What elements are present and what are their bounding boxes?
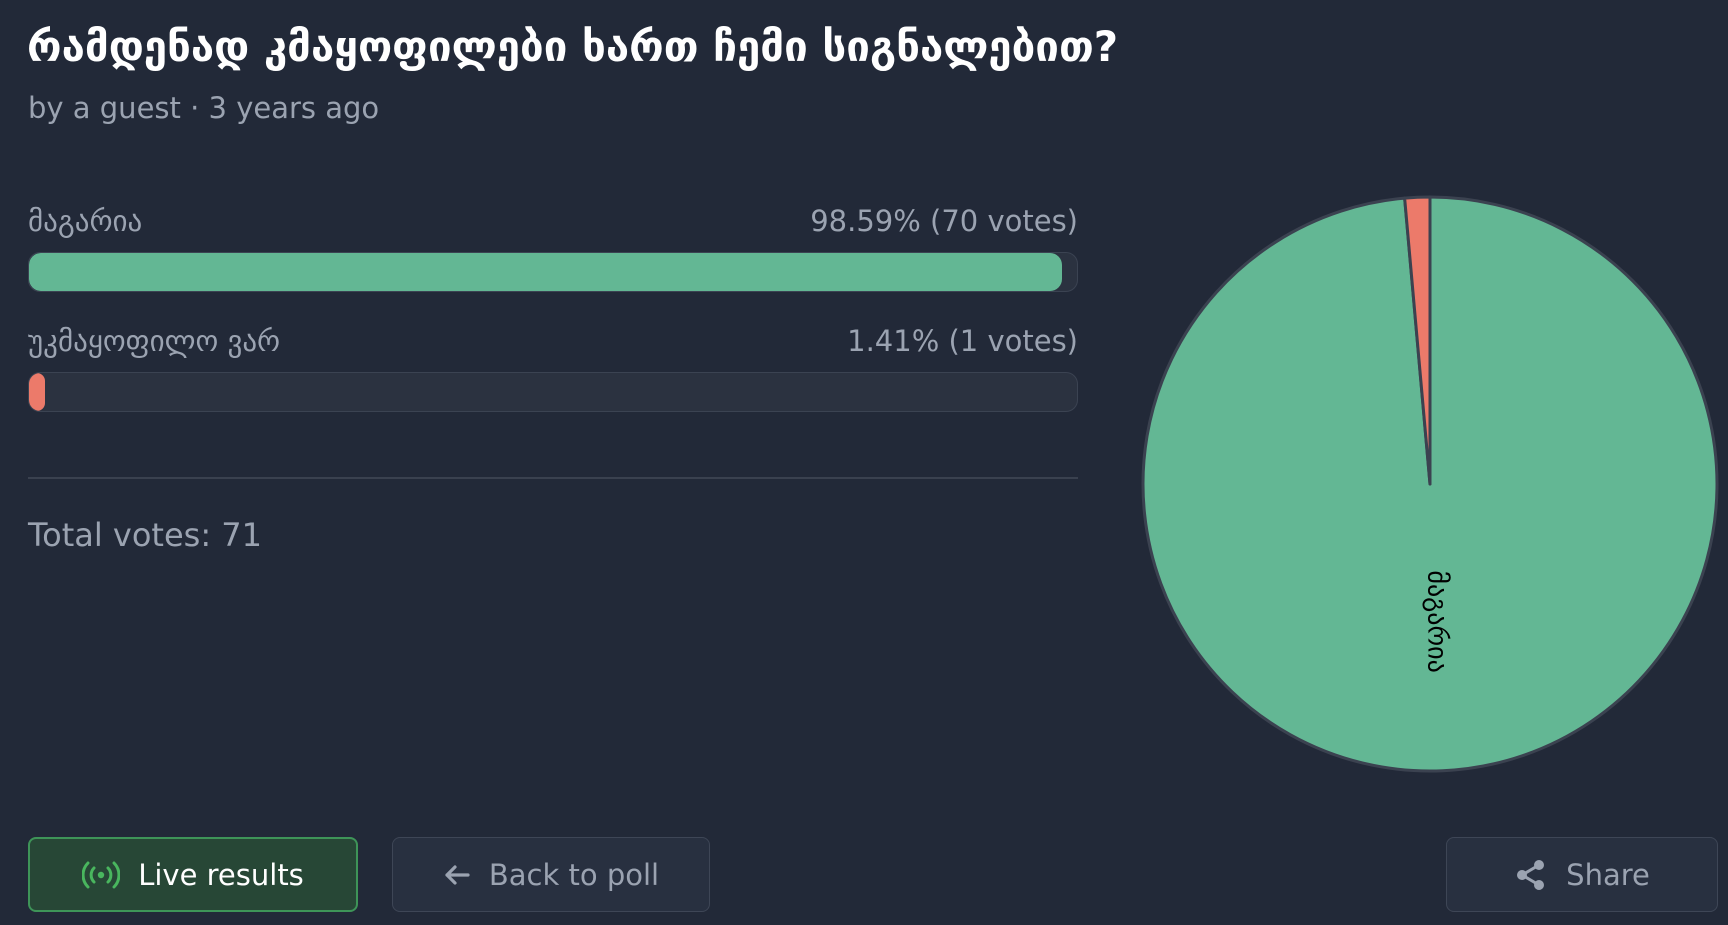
poll-title: რამდენად კმაყოფილები ხართ ჩემი სიგნალები…: [27, 22, 1119, 71]
option-progress-bar: [28, 372, 1078, 412]
pie-chart-svg: მაგარია: [1141, 195, 1719, 773]
live-results-button[interactable]: Live results: [28, 837, 358, 912]
option-progress-fill: [29, 253, 1063, 291]
option-stats: 98.59% (70 votes): [810, 204, 1078, 238]
share-label: Share: [1566, 857, 1650, 892]
total-votes: Total votes: 71: [28, 516, 262, 554]
option-label: მაგარია: [28, 204, 143, 238]
back-to-poll-label: Back to poll: [488, 857, 660, 892]
results-pie-chart: მაგარია: [1140, 194, 1720, 774]
option-row: უკმაყოფილო ვარ 1.41% (1 votes): [28, 321, 1078, 361]
share-button[interactable]: Share: [1446, 837, 1718, 912]
share-icon: [1514, 858, 1548, 892]
poll-byline: by a guest · 3 years ago: [28, 91, 380, 125]
broadcast-icon: [82, 861, 121, 889]
pie-slice-label: მაგარია: [1422, 570, 1452, 672]
option-row: მაგარია 98.59% (70 votes): [28, 201, 1078, 241]
poll-results-page: რამდენად კმაყოფილები ხართ ჩემი სიგნალები…: [0, 0, 1728, 925]
live-results-label: Live results: [138, 857, 304, 892]
option-progress-bar: [28, 252, 1078, 292]
divider: [28, 477, 1078, 479]
arrow-left-icon: [443, 863, 471, 887]
option-progress-fill: [29, 373, 45, 411]
back-to-poll-button[interactable]: Back to poll: [392, 837, 710, 912]
option-label: უკმაყოფილო ვარ: [28, 324, 281, 358]
option-stats: 1.41% (1 votes): [847, 324, 1078, 358]
